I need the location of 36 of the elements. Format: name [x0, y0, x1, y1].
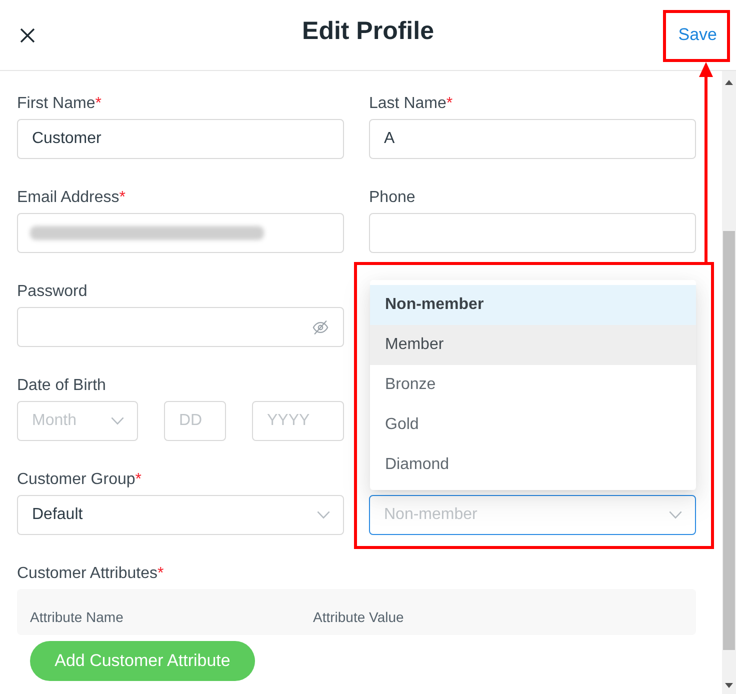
scrollbar-track[interactable] — [722, 71, 736, 694]
scrollbar-thumb[interactable] — [723, 231, 735, 650]
dropdown-option[interactable]: Gold — [370, 405, 696, 445]
dropdown-option[interactable]: Non-member — [370, 285, 696, 325]
dropdown-option[interactable]: Bronze — [370, 365, 696, 405]
text-field[interactable]: Customer — [17, 119, 344, 159]
field-label: Customer Group* — [17, 470, 142, 490]
field-label: First Name* — [17, 94, 102, 114]
chevron-down-icon — [111, 417, 124, 425]
text-field[interactable]: A — [369, 119, 696, 159]
field-label: Last Name* — [369, 94, 453, 114]
chevron-down-icon — [317, 511, 330, 519]
column-header: Attribute Value — [313, 608, 404, 627]
field-label: Email Address* — [17, 188, 126, 208]
field-label: Customer Attributes* — [17, 564, 164, 584]
close-button[interactable] — [19, 26, 36, 44]
field-label: Date of Birth — [17, 376, 106, 396]
dialog-title: Edit Profile — [302, 16, 434, 48]
close-icon — [20, 28, 35, 42]
column-header: Attribute Name — [30, 608, 124, 627]
text-field[interactable] — [369, 213, 696, 253]
text-field[interactable] — [17, 213, 344, 253]
select-field[interactable]: Default — [17, 495, 344, 535]
password-field[interactable] — [17, 307, 344, 347]
text-field[interactable]: DD — [164, 401, 226, 441]
scroll-up-arrow-icon[interactable] — [725, 80, 733, 85]
dropdown-option[interactable]: Member — [370, 325, 696, 365]
eye-off-icon[interactable] — [312, 318, 329, 336]
field-label: Password — [17, 282, 88, 302]
field-label: Phone — [369, 188, 416, 208]
highlight-box — [663, 10, 730, 62]
scroll-down-arrow-icon[interactable] — [725, 683, 733, 688]
save-button[interactable]: Save — [678, 22, 717, 48]
chevron-down-icon — [669, 511, 682, 519]
text-field[interactable]: YYYY — [252, 401, 344, 441]
dropdown-option[interactable]: Diamond — [370, 445, 696, 485]
